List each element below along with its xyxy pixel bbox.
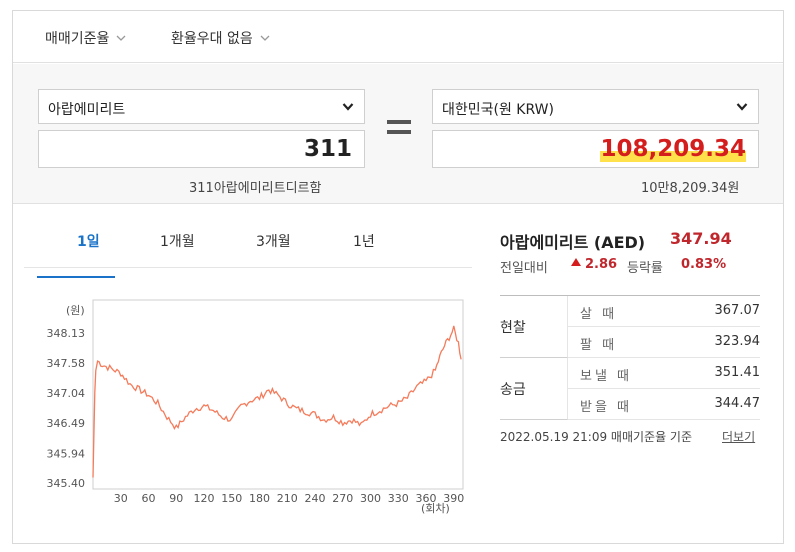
x-tick-label: 120 <box>194 492 215 505</box>
send-label: 보낼 때 <box>580 369 633 384</box>
y-tick-label: 347.04 <box>47 387 86 400</box>
rate-series-line <box>92 325 462 478</box>
current-rate: 347.94 <box>670 229 732 248</box>
rate-line-chart: (원) 348.13 347.58 347.04 346.49 345.94 345.40… <box>47 299 464 515</box>
y-tick-label: 345.94 <box>47 447 86 460</box>
remit-group-label: 송금 <box>500 358 568 420</box>
send-value: 351.41 <box>714 365 761 380</box>
more-link[interactable]: 더보기 <box>722 428 755 445</box>
x-tick-label: 270 <box>332 492 353 505</box>
rates-table: 현찰 살 때 367.07 팔 때 323.94 송금 보낼 때 351.41 … <box>500 295 760 420</box>
x-tick-label: 180 <box>249 492 270 505</box>
receive-value: 344.47 <box>714 396 761 411</box>
sell-cash-value: 323.94 <box>714 334 761 349</box>
y-tick-label: 346.49 <box>47 417 86 430</box>
change-label: 전일대비 <box>500 261 548 276</box>
rate-basis-note: 2022.05.19 21:09 매매기준율 기준 <box>500 430 693 444</box>
x-tick-label: 30 <box>114 492 128 505</box>
receive-label: 받을 때 <box>580 400 633 415</box>
sell-cash-label: 팔 때 <box>580 338 618 353</box>
y-axis-label: (원) <box>66 304 85 317</box>
buy-cash-label: 살 때 <box>580 307 618 322</box>
ratio-value: 0.83% <box>681 257 727 272</box>
table-row: 팔 때 323.94 <box>568 327 760 358</box>
currency-title: 아랍에미리트 (AED) <box>500 233 646 252</box>
buy-cash-value: 367.07 <box>714 303 761 318</box>
x-tick-label: 330 <box>388 492 409 505</box>
table-row: 살 때 367.07 <box>568 296 760 327</box>
ratio-label: 등락률 <box>627 261 663 276</box>
x-tick-label: 210 <box>277 492 298 505</box>
change-value: 2.86 <box>585 257 618 272</box>
y-tick-label: 345.40 <box>47 477 86 490</box>
y-tick-label: 347.58 <box>47 357 86 370</box>
x-tick-label: 300 <box>360 492 381 505</box>
y-tick-label: 348.13 <box>47 327 86 340</box>
x-tick-label: 90 <box>169 492 183 505</box>
up-triangle-icon <box>571 258 581 266</box>
x-tick-label: 60 <box>142 492 156 505</box>
x-tick-label: 150 <box>221 492 242 505</box>
table-row: 보낼 때 351.41 <box>568 358 760 389</box>
x-axis-label: (회차) <box>421 502 450 515</box>
x-tick-label: 240 <box>305 492 326 505</box>
cash-group-label: 현찰 <box>500 296 568 358</box>
table-row: 받을 때 344.47 <box>568 389 760 420</box>
